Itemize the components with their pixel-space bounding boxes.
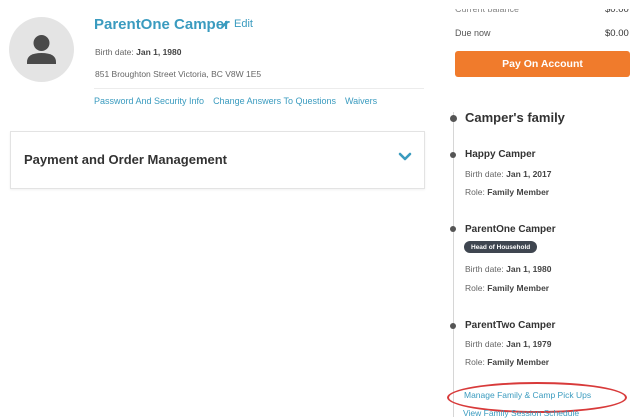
change-answers-link[interactable]: Change Answers To Questions	[213, 96, 336, 106]
edit-label: Edit	[234, 18, 253, 30]
birth-label: Birth date:	[95, 47, 134, 57]
due-now-value: $0.00	[605, 28, 629, 39]
role-label: Role:	[465, 283, 485, 293]
payment-panel-title: Payment and Order Management	[24, 152, 227, 167]
password-security-link[interactable]: Password And Security Info	[94, 96, 204, 106]
pencil-icon	[221, 20, 229, 28]
role-value: Family Member	[487, 187, 550, 197]
member-role: Role: Family Member	[465, 283, 549, 293]
birth-label: Birth date:	[465, 339, 504, 349]
member-name: ParentOne Camper	[465, 224, 556, 235]
avatar	[9, 17, 74, 82]
timeline-dot	[450, 323, 456, 329]
head-of-household-badge: Head of Household	[464, 241, 538, 253]
role-value: Family Member	[487, 283, 550, 293]
birth-value: Jan 1, 2017	[506, 169, 552, 179]
waivers-link[interactable]: Waivers	[345, 96, 377, 106]
edit-link[interactable]: Edit	[220, 18, 253, 30]
member-name: Happy Camper	[465, 149, 536, 160]
profile-address: 851 Broughton Street Victoria, BC V8W 1E…	[95, 69, 262, 79]
birth-value: Jan 1, 1980	[136, 47, 182, 57]
birth-value: Jan 1, 1980	[506, 264, 552, 274]
pay-on-account-button[interactable]: Pay On Account	[455, 51, 630, 77]
profile-links: Password And Security Info Change Answer…	[94, 96, 377, 106]
due-now-label: Due now	[455, 28, 491, 38]
role-value: Family Member	[487, 357, 550, 367]
user-icon	[27, 35, 56, 64]
member-birth-date: Birth date: Jan 1, 2017	[465, 169, 552, 179]
member-birth-date: Birth date: Jan 1, 1980	[465, 264, 552, 274]
profile-name: ParentOne Camper	[94, 16, 230, 33]
profile-divider	[94, 88, 424, 89]
birth-label: Birth date:	[465, 264, 504, 274]
role-label: Role:	[465, 187, 485, 197]
chevron-down-icon[interactable]	[398, 152, 412, 162]
birth-label: Birth date:	[465, 169, 504, 179]
birth-value: Jan 1, 1979	[506, 339, 552, 349]
timeline-dot	[450, 115, 457, 122]
payment-order-panel[interactable]: Payment and Order Management	[10, 131, 425, 189]
profile-birth-date: Birth date: Jan 1, 1980	[95, 47, 182, 57]
role-label: Role:	[465, 357, 485, 367]
member-birth-date: Birth date: Jan 1, 1979	[465, 339, 552, 349]
current-balance-label: Current balance	[455, 4, 520, 14]
family-title: Camper's family	[465, 110, 565, 125]
current-balance-value: $0.00	[605, 4, 629, 15]
member-role: Role: Family Member	[465, 357, 549, 367]
timeline-dot	[450, 152, 456, 158]
timeline-dot	[450, 226, 456, 232]
member-name: ParentTwo Camper	[465, 320, 556, 331]
member-role: Role: Family Member	[465, 187, 549, 197]
